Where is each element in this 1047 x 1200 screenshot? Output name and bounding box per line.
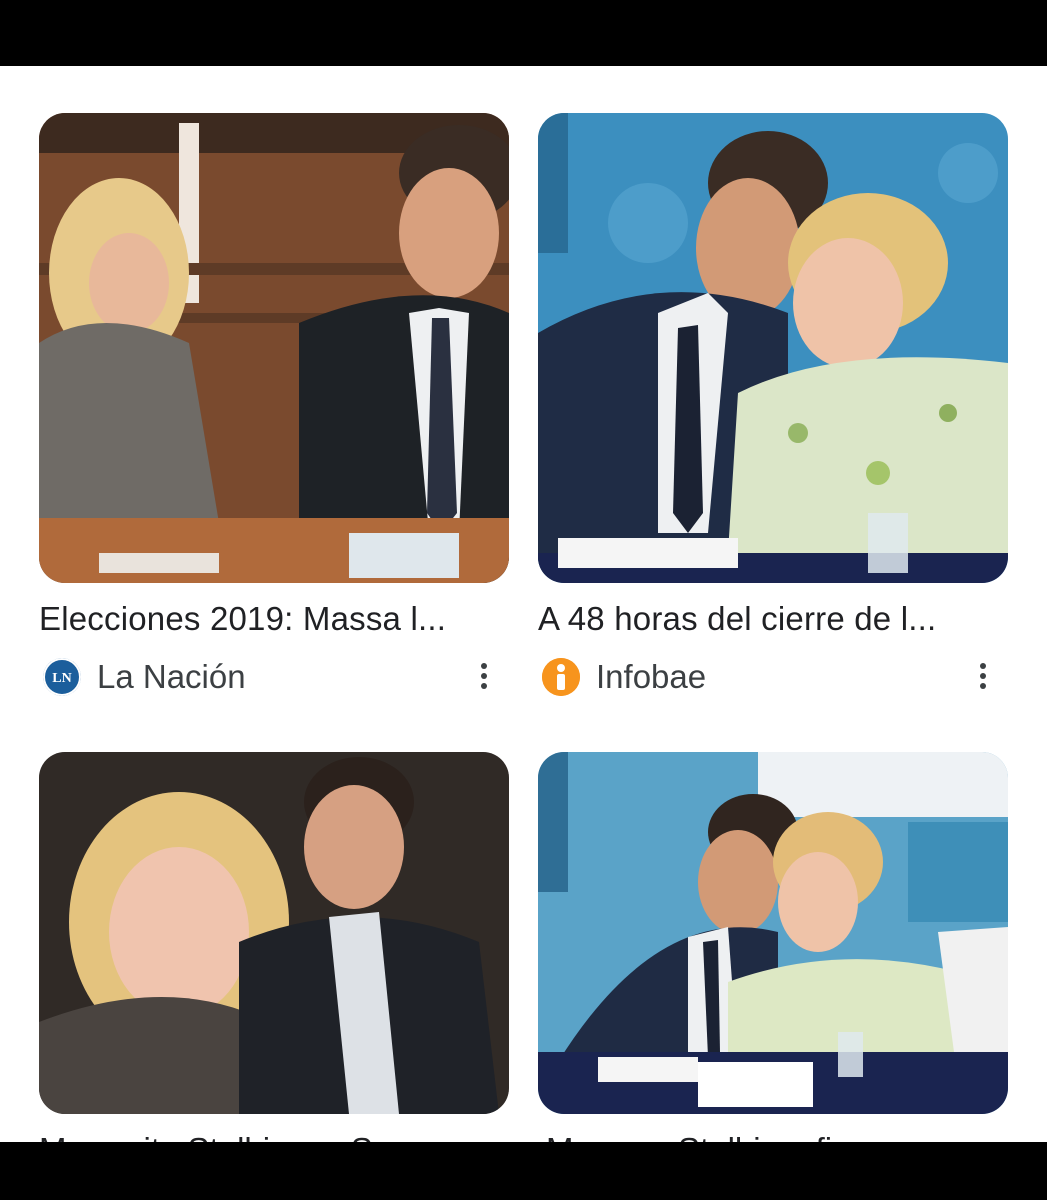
result-card-4[interactable]: Massa y Stolbizer firman... (538, 752, 1008, 1142)
infobae-logo-icon (542, 658, 580, 696)
result-card-3[interactable]: Margarita Stolbizer y Ser... (39, 752, 509, 1142)
result-source-1: La Nación (97, 658, 246, 695)
result-source-2: Infobae (596, 658, 707, 695)
result-card-1[interactable]: Elecciones 2019: Massa l... LN La Nación (39, 113, 509, 697)
result-source-row-1: LN La Nación (39, 657, 509, 697)
top-black-bar (0, 0, 1047, 66)
result-thumbnail-4[interactable] (538, 752, 1008, 1114)
result-title-4[interactable]: Massa y Stolbizer firman... (546, 1130, 1008, 1142)
press-conference-photo (538, 752, 1008, 1114)
result-card-2[interactable]: A 48 horas del cierre de l... Infobae (538, 113, 1008, 697)
tv-studio-photo (39, 752, 509, 1114)
result-title-2[interactable]: A 48 horas del cierre de l... (538, 599, 1008, 639)
meeting-photo-1 (39, 113, 509, 583)
result-title-3-text: Margarita Stolbizer y Ser... (39, 1130, 509, 1142)
bottom-black-bar (0, 1142, 1047, 1200)
more-options-icon[interactable] (479, 663, 489, 693)
result-thumbnail-3[interactable] (39, 752, 509, 1114)
la-nacion-logo-text: LN (52, 671, 71, 686)
meeting-photo-2 (538, 113, 1008, 583)
la-nacion-logo-icon: LN (43, 658, 81, 696)
result-title-1[interactable]: Elecciones 2019: Massa l... (39, 599, 509, 639)
result-thumbnail-2[interactable] (538, 113, 1008, 583)
more-options-icon[interactable] (978, 663, 988, 693)
result-thumbnail-1[interactable] (39, 113, 509, 583)
result-title-3[interactable]: Margarita Stolbizer y Ser... (39, 1130, 509, 1142)
result-source-row-2: Infobae (538, 657, 1008, 697)
result-title-4-text: Massa y Stolbizer firman... (546, 1130, 1008, 1142)
